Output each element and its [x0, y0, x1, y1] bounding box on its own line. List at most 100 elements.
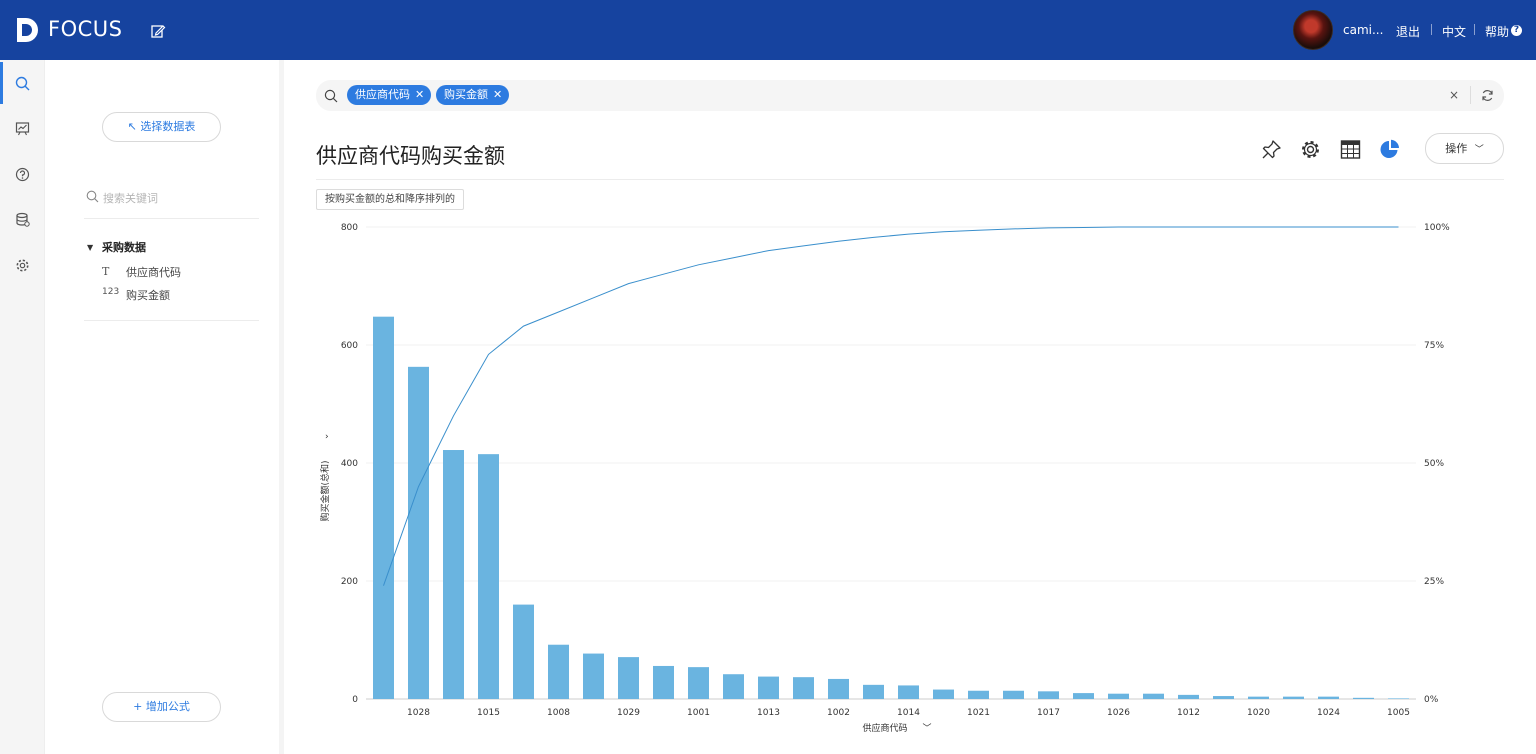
bar	[1248, 696, 1269, 699]
y-tick-label: 400	[341, 459, 358, 469]
language-switch[interactable]: 中文	[1442, 23, 1466, 40]
user-name[interactable]: cami...	[1343, 23, 1383, 37]
bar	[1388, 698, 1409, 699]
bar	[863, 684, 884, 699]
bar	[1038, 691, 1059, 699]
bar	[723, 674, 744, 699]
bar	[968, 690, 989, 699]
y-tick-label: 200	[341, 577, 358, 587]
bar	[1003, 690, 1024, 699]
clear-search-icon[interactable]: ×	[1449, 88, 1459, 102]
number-field-icon: 123	[102, 287, 120, 297]
close-icon[interactable]: ✕	[415, 85, 429, 105]
y-tick-label: 800	[341, 223, 358, 233]
rail-active-indicator	[0, 62, 3, 104]
bar	[1213, 696, 1234, 699]
bar	[1143, 693, 1164, 699]
x-tick-label: 1024	[1317, 708, 1340, 718]
bar	[1073, 693, 1094, 699]
chart-view-icon[interactable]	[1379, 139, 1400, 160]
search-icon[interactable]	[15, 76, 30, 91]
x-axis-title: 供应商代码	[862, 722, 907, 734]
database-icon[interactable]	[15, 212, 30, 227]
bar	[793, 677, 814, 699]
bar	[653, 665, 674, 699]
bar	[478, 454, 499, 699]
token-label: 供应商代码	[355, 88, 410, 101]
bar	[933, 689, 954, 699]
caret-down-icon[interactable]: ▼	[87, 243, 93, 252]
x-tick-label: 1020	[1247, 708, 1270, 718]
bar	[828, 678, 849, 699]
page-title: 供应商代码购买金额	[316, 144, 505, 168]
text-field-icon: T	[102, 265, 110, 278]
settings-icon[interactable]	[15, 258, 30, 273]
bar	[1353, 697, 1374, 699]
bar	[1108, 693, 1129, 699]
pin-icon[interactable]	[1261, 139, 1282, 160]
close-icon[interactable]: ✕	[493, 85, 507, 105]
bar	[758, 676, 779, 699]
board-icon[interactable]	[15, 121, 30, 136]
y2-tick-label: 25%	[1424, 577, 1444, 587]
add-formula-button[interactable]: + 增加公式	[102, 692, 221, 722]
avatar[interactable]	[1293, 10, 1333, 50]
x-tick-label: 1002	[827, 708, 850, 718]
logout-link[interactable]: 退出	[1396, 23, 1420, 40]
x-tick-label: 1021	[967, 708, 990, 718]
focus-logo-icon	[17, 18, 38, 42]
x-tick-label: 1017	[1037, 708, 1060, 718]
table-view-icon[interactable]	[1340, 139, 1361, 160]
cumulative-line	[383, 226, 1399, 586]
bar	[443, 450, 464, 699]
chevron-down-icon: ﹀	[922, 723, 931, 734]
y2-tick-label: 0%	[1424, 695, 1439, 705]
x-tick-label: 1029	[617, 708, 640, 718]
panel-divider-line	[84, 320, 259, 321]
settings-icon[interactable]	[1300, 139, 1321, 160]
help-icon[interactable]: ?	[1511, 25, 1522, 36]
bar	[688, 667, 709, 699]
bar	[1178, 694, 1199, 699]
chevron-down-icon: ﹀	[1474, 145, 1484, 155]
y2-tick-label: 75%	[1424, 341, 1444, 351]
pareto-chart: 0 200 400 600 800 0% 25% 50% 75% 100% 1028 1015 1008…	[319, 223, 1450, 734]
help-link[interactable]: 帮助	[1485, 23, 1509, 40]
y-tick-label: 600	[341, 341, 358, 351]
bar	[583, 653, 604, 699]
token-label: 购买金额	[444, 88, 488, 101]
search-icon	[324, 89, 338, 103]
bar	[618, 657, 639, 699]
refresh-icon[interactable]	[1481, 89, 1494, 102]
x-tick-label: 1013	[757, 708, 780, 718]
bar	[408, 366, 429, 699]
help-icon[interactable]	[15, 167, 30, 182]
x-tick-label: 1015	[477, 708, 500, 718]
x-tick-label: 1005	[1387, 708, 1410, 718]
logo-text: FOCUS	[48, 17, 123, 41]
bar	[1318, 696, 1339, 699]
bar	[898, 685, 919, 699]
field-item-supplier-code[interactable]: 供应商代码	[126, 264, 181, 280]
y2-tick-label: 50%	[1424, 459, 1444, 469]
select-table-button[interactable]: ↖ 选择数据表	[102, 112, 221, 142]
search-divider	[1470, 86, 1471, 104]
title-divider	[316, 179, 1504, 180]
header-divider	[1474, 24, 1475, 35]
panel-divider-line	[84, 218, 259, 219]
x-tick-label: 1012	[1177, 708, 1200, 718]
y2-tick-label: 100%	[1424, 223, 1450, 233]
header-divider	[1431, 24, 1432, 35]
keyword-search-placeholder: 搜索关键词	[103, 192, 158, 205]
field-item-purchase-amount[interactable]: 购买金额	[126, 287, 170, 303]
search-icon	[86, 190, 99, 203]
chevron-right-icon: ›	[325, 432, 329, 442]
y-tick-label: 0	[352, 695, 358, 705]
tree-table-name[interactable]: 采购数据	[102, 239, 146, 255]
operations-button[interactable]: 操作 ﹀	[1425, 133, 1504, 164]
edit-icon[interactable]	[150, 23, 166, 39]
x-tick-label: 1028	[407, 708, 430, 718]
operations-label: 操作	[1445, 142, 1468, 155]
x-tick-label: 1026	[1107, 708, 1130, 718]
x-tick-label: 1001	[687, 708, 710, 718]
